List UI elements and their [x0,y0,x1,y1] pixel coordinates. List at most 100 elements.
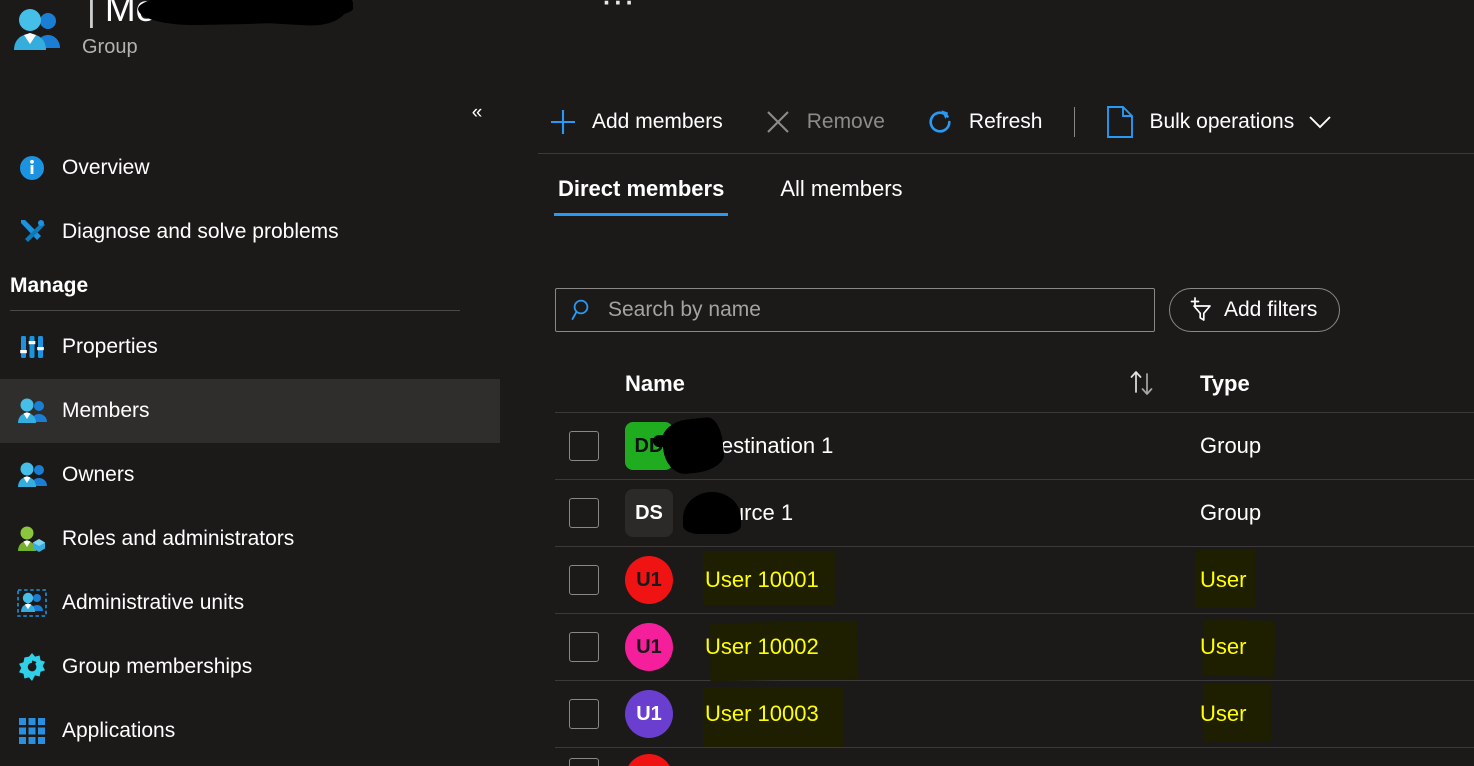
add-filters-button[interactable]: Add filters [1169,288,1341,332]
sidebar-item-administrative-units[interactable]: Administrative units [0,571,500,635]
avatar: U1 [625,623,673,671]
command-toolbar: Add members Remove Refresh Bulk operatio… [540,92,1364,152]
search-box[interactable] [555,288,1155,332]
sidebar-item-label: Members [62,399,150,422]
tab-all-members[interactable]: All members [776,176,906,216]
row-checkbox[interactable] [569,758,599,766]
refresh-button[interactable]: Refresh [917,100,1049,144]
cell-type: User [1200,701,1247,726]
sidebar-item-overview[interactable]: Overview [0,136,500,200]
tab-direct-members[interactable]: Direct members [554,176,729,216]
row-checkbox[interactable] [569,431,599,461]
sidebar-item-label: Owners [62,463,135,486]
document-icon [1103,105,1137,139]
table-row[interactable]: DD Destination 1 Group [555,413,1474,479]
add-filter-funnel-icon [1186,295,1216,325]
wrench-screwdriver-icon [10,215,54,249]
bulk-operations-label: Bulk operations [1149,110,1295,133]
sidebar-item-members[interactable]: Members [0,379,500,443]
main-content: Add members Remove Refresh Bulk operatio… [500,84,1474,766]
overflow-menu-button[interactable]: ··· [603,0,637,16]
members-icon [10,394,54,428]
search-icon [570,297,596,323]
chevron-down-icon [1308,114,1332,130]
sidebar-nav: Overview Diagnose and solve problems Man… [0,136,500,763]
group-users-icon [10,8,66,52]
toolbar-bottom-rule [538,153,1474,154]
tab-label: Direct members [558,176,725,201]
sidebar-item-label: Properties [62,335,158,358]
row-checkbox[interactable] [569,699,599,729]
sidebar-item-applications[interactable]: Applications [0,699,500,763]
page-subtitle: Group [82,36,138,58]
bulk-operations-button[interactable]: Bulk operations [1097,100,1338,144]
remove-label: Remove [806,110,885,133]
sidebar-item-owners[interactable]: Owners [0,443,500,507]
add-members-label: Add members [592,110,723,133]
avatar-initials: U1 [636,702,662,725]
azure-portal-group-members-page: | Members ··· Group « Overview Diagnose … [0,0,1474,766]
owners-icon [10,458,54,492]
sidebar-item-label: Applications [62,719,176,742]
members-table: Name Type DD Destination 1 Group DS Sour… [555,356,1474,766]
plus-icon [546,105,580,139]
cell-name[interactable]: User 10002 [705,634,819,660]
avatar-initials: DS [635,501,663,524]
sidebar-item-group-memberships[interactable]: Group memberships [0,635,500,699]
remove-button[interactable]: Remove [755,100,891,144]
tab-label: All members [780,176,903,201]
table-header-row: Name Type [555,356,1474,412]
column-header-type[interactable]: Type [1200,371,1250,397]
sidebar-section-manage: Manage [0,274,500,311]
table-row[interactable]: U1 [555,748,1474,766]
filter-bar: Add filters [555,288,1341,332]
gear-icon [10,650,54,684]
info-icon [10,151,54,185]
tab-active-indicator [554,213,729,216]
sidebar-item-label: Roles and administrators [62,527,295,550]
title-separator: | [87,0,96,29]
page-header: | Members ··· Group [0,0,1474,84]
avatar: U1 [625,690,673,738]
page-title: | Members [78,0,354,30]
roles-icon [10,522,54,556]
table-row[interactable]: U1 User 10001 User [555,547,1474,613]
grid-apps-icon [10,714,54,748]
sidebar-item-properties[interactable]: Properties [0,315,500,379]
sidebar-item-label: Group memberships [62,655,253,678]
row-checkbox[interactable] [569,632,599,662]
avatar: DS [625,489,673,537]
collapse-sidebar-button[interactable]: « [462,98,492,128]
sidebar-item-roles-and-administrators[interactable]: Roles and administrators [0,507,500,571]
avatar: U1 [625,754,673,766]
search-input[interactable] [606,297,1126,323]
sidebar: « Overview Diagnose and solve problems M… [0,84,500,766]
cell-type: User [1200,634,1247,659]
row-checkbox[interactable] [569,565,599,595]
cell-name[interactable]: User 10001 [705,567,819,593]
sidebar-item-diagnose-and-solve-problems[interactable]: Diagnose and solve problems [0,200,500,264]
sort-icon[interactable] [1128,368,1162,398]
column-header-name[interactable]: Name [625,371,685,397]
table-row[interactable]: U1 User 10002 User [555,614,1474,682]
cell-name[interactable]: User 10003 [705,701,819,727]
table-row[interactable]: DS Source 1 Group [555,480,1474,546]
add-members-button[interactable]: Add members [540,100,729,144]
refresh-icon [923,105,957,139]
table-row[interactable]: U1 User 10003 User [555,681,1474,747]
administrative-units-icon [10,586,54,620]
close-x-icon [761,105,795,139]
redaction-mark [653,435,693,447]
redaction-mark [683,492,741,534]
cell-name[interactable]: Destination 1 [705,433,833,459]
avatar-initials: U1 [636,568,662,591]
add-filters-label: Add filters [1224,298,1318,321]
sidebar-item-label: Diagnose and solve problems [62,220,339,243]
cell-type: Group [1200,500,1262,525]
row-checkbox[interactable] [569,498,599,528]
toolbar-divider [1074,107,1076,137]
sidebar-item-label: Overview [62,156,150,179]
cell-type: User [1200,567,1247,592]
member-scope-tabs: Direct members All members [554,176,955,216]
sidebar-item-label: Administrative units [62,591,245,614]
